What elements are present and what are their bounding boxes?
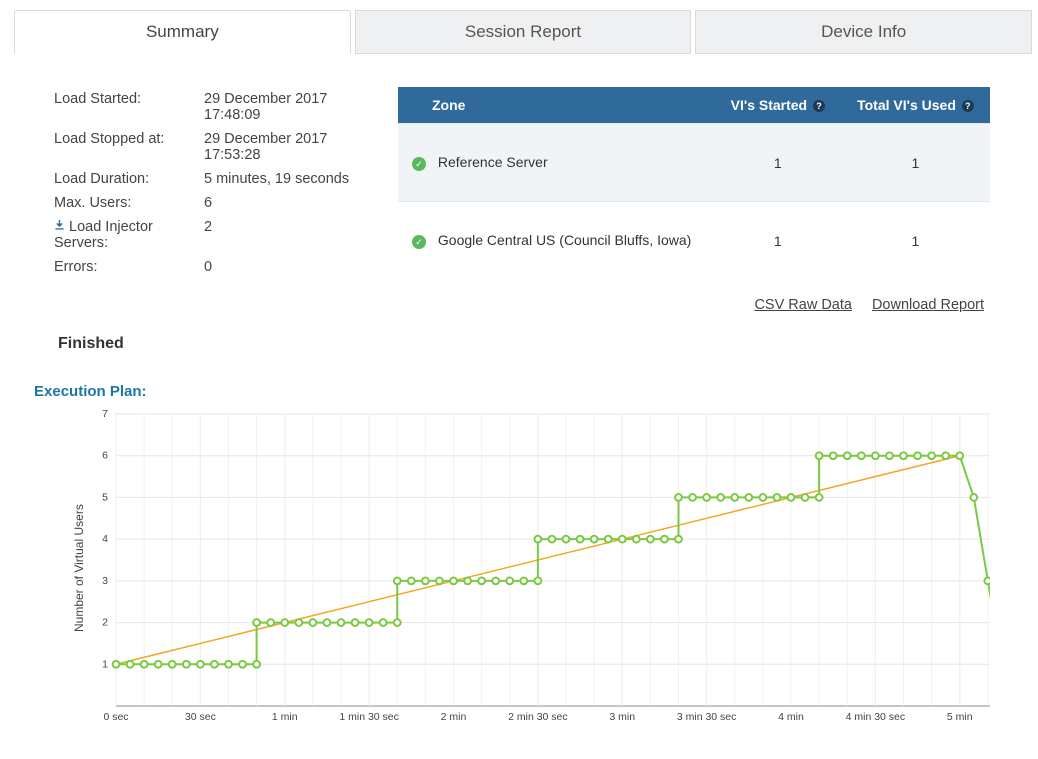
- table-row: ✓ Google Central US (Council Bluffs, Iow…: [398, 202, 990, 279]
- zone-name: Reference Server: [438, 154, 548, 170]
- zone-table: Zone VI's Started ? Total VI's Used ?: [398, 87, 990, 279]
- fact-label: Load Duration:: [54, 171, 204, 187]
- svg-text:4 min: 4 min: [778, 711, 804, 723]
- tab-summary[interactable]: Summary: [14, 10, 351, 54]
- help-icon[interactable]: ?: [962, 100, 974, 112]
- fact-label: Load Injector Servers:: [54, 219, 204, 251]
- fact-label: Max. Users:: [54, 195, 204, 211]
- svg-text:3 min: 3 min: [609, 711, 635, 723]
- tab-device-info[interactable]: Device Info: [695, 10, 1032, 54]
- summary-facts: Load Started: 29 December 2017 17:48:09 …: [54, 87, 374, 279]
- zone-started: 1: [715, 202, 841, 279]
- csv-raw-data-link[interactable]: CSV Raw Data: [754, 297, 852, 313]
- fact-value: 0: [204, 259, 374, 275]
- zone-started: 1: [715, 124, 841, 202]
- fact-value: 29 December 2017 17:48:09: [204, 91, 374, 123]
- svg-text:5: 5: [102, 491, 108, 503]
- svg-text:4 min 30 sec: 4 min 30 sec: [846, 711, 906, 723]
- svg-text:2: 2: [102, 617, 108, 629]
- tab-session-report[interactable]: Session Report: [355, 10, 692, 54]
- fact-value: 29 December 2017 17:53:28: [204, 131, 374, 163]
- check-circle-icon: ✓: [412, 157, 426, 171]
- svg-text:5 min: 5 min: [947, 711, 973, 723]
- svg-text:3 min 30 sec: 3 min 30 sec: [677, 711, 737, 723]
- y-axis-label: Number of Virtual Users: [64, 408, 86, 728]
- execution-plan-title: Execution Plan:: [34, 383, 990, 400]
- svg-text:0 sec: 0 sec: [103, 711, 128, 723]
- svg-text:30 sec: 30 sec: [185, 711, 216, 723]
- fact-label: Load Started:: [54, 91, 204, 107]
- fact-value: 5 minutes, 19 seconds: [204, 171, 374, 187]
- tabs-bar: Summary Session Report Device Info: [14, 10, 1032, 54]
- fact-value: 6: [204, 195, 374, 211]
- download-icon: [54, 220, 65, 231]
- svg-text:2 min: 2 min: [441, 711, 467, 723]
- zone-total: 1: [841, 202, 990, 279]
- help-icon[interactable]: ?: [813, 100, 825, 112]
- execution-plan-chart: Number of Virtual Users 1 2 3 4 5 6 7 0 sec 30 s…: [64, 408, 990, 728]
- zone-total: 1: [841, 124, 990, 202]
- svg-text:4: 4: [102, 533, 108, 545]
- svg-text:1 min: 1 min: [272, 711, 298, 723]
- table-row: ✓ Reference Server 1 1: [398, 124, 990, 202]
- svg-text:1: 1: [102, 658, 108, 670]
- svg-text:6: 6: [102, 450, 108, 462]
- svg-text:2 min 30 sec: 2 min 30 sec: [508, 711, 568, 723]
- svg-text:3: 3: [102, 575, 108, 587]
- svg-text:1 min 30 sec: 1 min 30 sec: [339, 711, 399, 723]
- download-report-link[interactable]: Download Report: [872, 297, 984, 313]
- fact-value: 2: [204, 219, 374, 235]
- export-links: CSV Raw Data Download Report: [54, 297, 984, 313]
- vis-total-header: Total VI's Used ?: [841, 87, 990, 124]
- chart-svg: 1 2 3 4 5 6 7 0 sec 30 sec 1 min 1 min 30 sec 2 min…: [86, 408, 990, 728]
- fact-label: Load Stopped at:: [54, 131, 204, 147]
- vis-started-header: VI's Started ?: [715, 87, 841, 124]
- fact-label: Errors:: [54, 259, 204, 275]
- svg-text:7: 7: [102, 408, 108, 420]
- check-circle-icon: ✓: [412, 235, 426, 249]
- zone-name: Google Central US (Council Bluffs, Iowa): [438, 232, 691, 248]
- zone-header: Zone: [398, 87, 715, 124]
- status-text: Finished: [58, 335, 990, 353]
